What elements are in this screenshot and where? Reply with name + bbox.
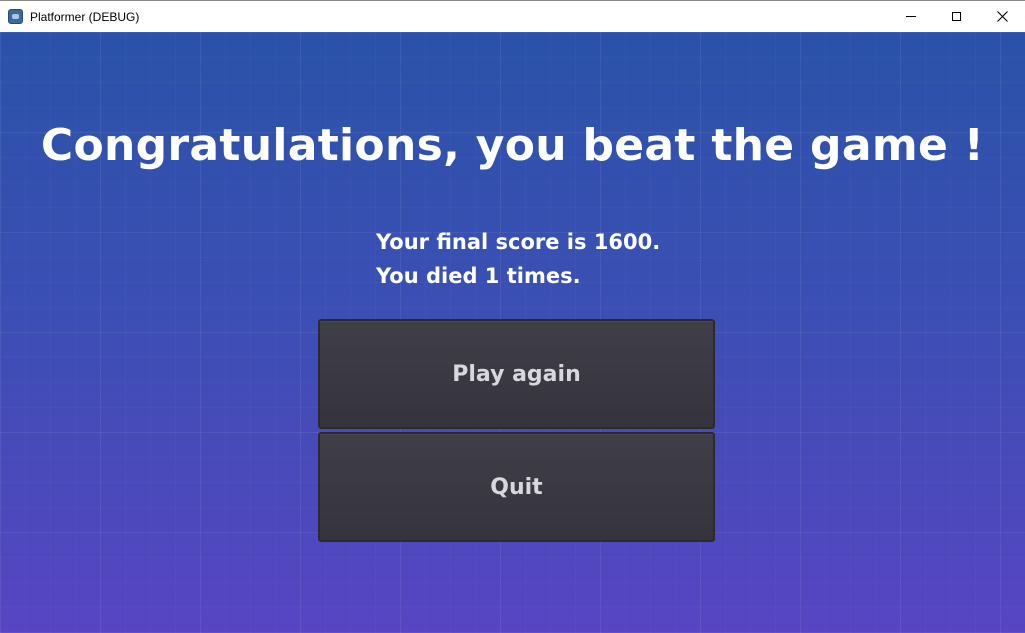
game-window: Platformer (DEBUG) Congratulations, you … xyxy=(0,0,1025,633)
death-count-text: You died 1 times. xyxy=(376,264,581,288)
final-score-text: Your final score is 1600. xyxy=(376,230,661,254)
quit-button[interactable]: Quit xyxy=(318,432,715,542)
game-viewport: Congratulations, you beat the game ! You… xyxy=(0,32,1025,633)
maximize-icon xyxy=(951,12,961,21)
app-icon xyxy=(8,9,23,24)
minimize-icon xyxy=(906,16,916,17)
congratulations-heading: Congratulations, you beat the game ! xyxy=(40,120,985,171)
play-again-button[interactable]: Play again xyxy=(318,319,715,429)
maximize-button[interactable] xyxy=(933,1,979,32)
close-button[interactable] xyxy=(979,1,1025,32)
stats-block: Your final score is 1600. You died 1 tim… xyxy=(376,225,660,293)
minimize-button[interactable] xyxy=(888,1,934,32)
title-bar[interactable]: Platformer (DEBUG) xyxy=(0,0,1025,32)
window-title: Platformer (DEBUG) xyxy=(30,10,140,24)
close-icon xyxy=(996,11,1008,22)
